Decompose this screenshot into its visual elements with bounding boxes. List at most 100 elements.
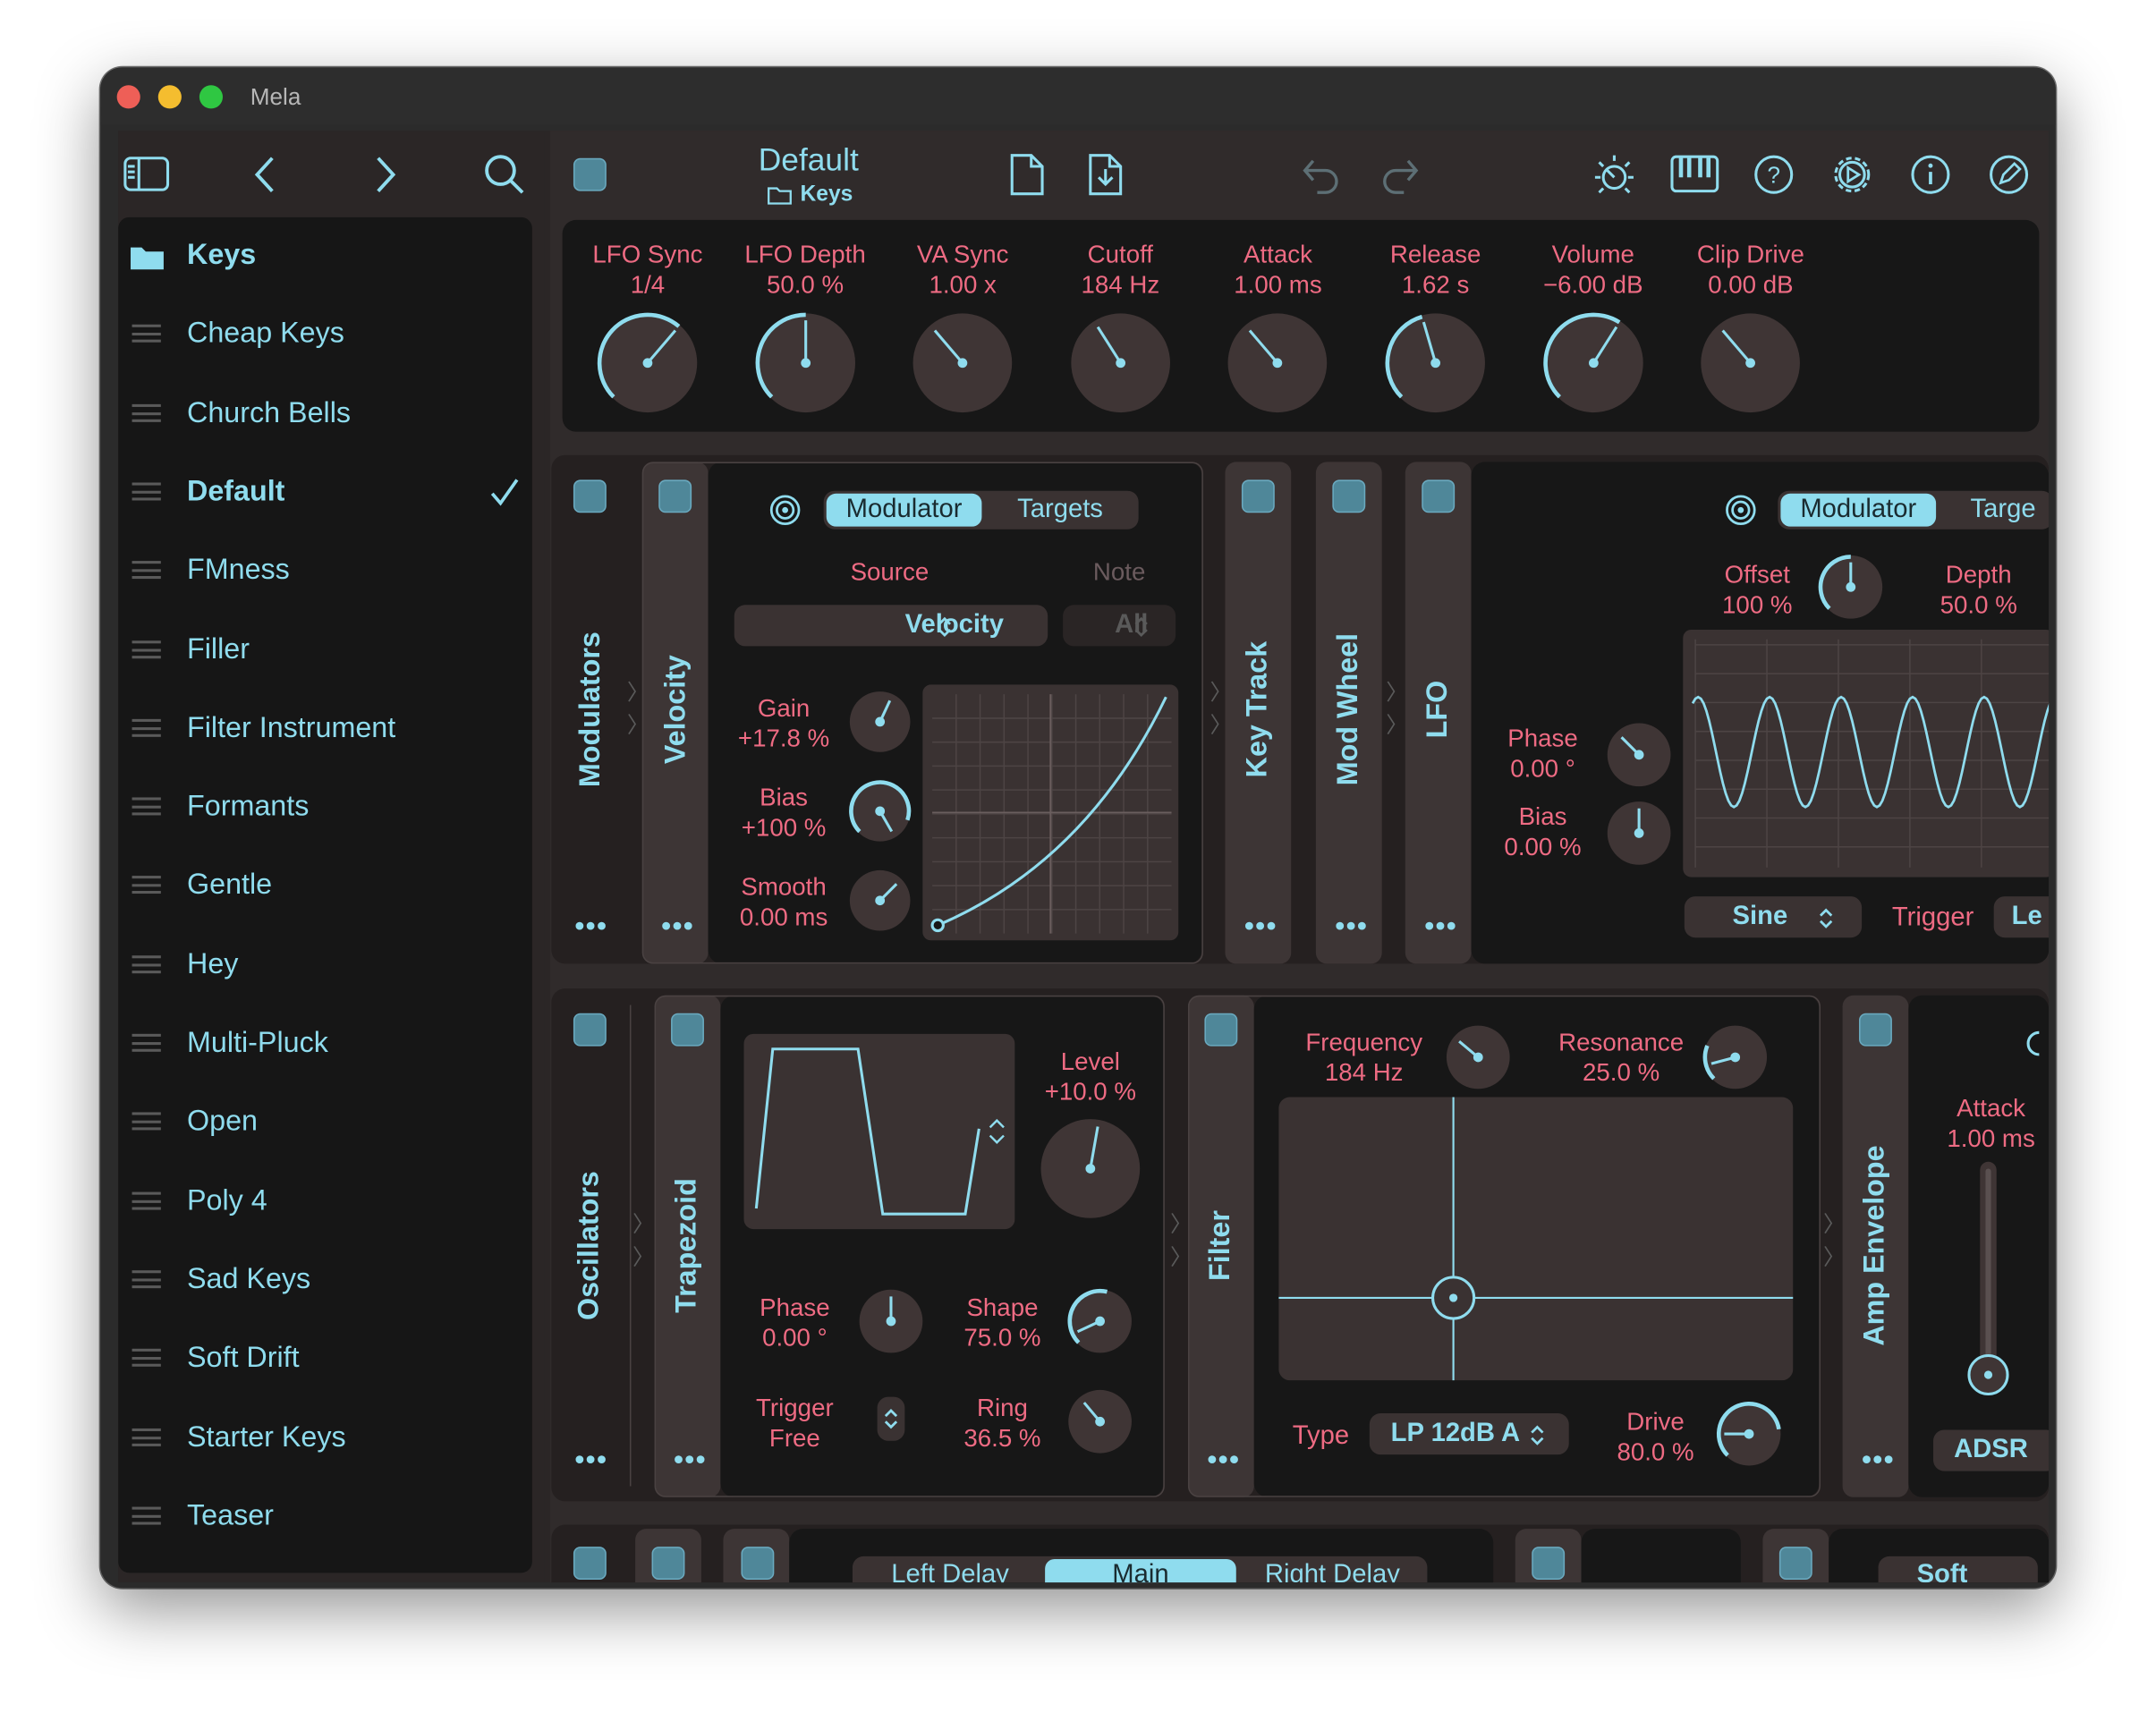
save-document-icon[interactable] bbox=[1088, 153, 1124, 197]
oscillators-toggle[interactable] bbox=[573, 1013, 607, 1047]
drive-knob[interactable] bbox=[1716, 1401, 1782, 1467]
mod-wheel-more-button[interactable]: ••• bbox=[1335, 911, 1368, 943]
list-item-icon bbox=[132, 1033, 161, 1052]
sidebar-toggle-icon[interactable] bbox=[123, 156, 170, 194]
delay-tab-left[interactable]: Left Delay bbox=[858, 1560, 1042, 1582]
frequency-knob[interactable] bbox=[1445, 1024, 1511, 1090]
info-icon[interactable] bbox=[1908, 153, 1952, 197]
effect-toggle[interactable] bbox=[651, 1547, 685, 1581]
amp-envelope-panel bbox=[1908, 995, 2050, 1497]
trapezoid-title: Trapezoid bbox=[671, 1178, 703, 1313]
lfo-bias-knob[interactable] bbox=[1606, 801, 1672, 867]
settings-gear-icon[interactable] bbox=[1829, 151, 1875, 198]
modulators-title: Modulators bbox=[574, 632, 607, 788]
lfo-waveform-display[interactable] bbox=[1682, 628, 2050, 878]
preset-list-item[interactable]: Hey bbox=[118, 926, 532, 1005]
lfo-more-button[interactable]: ••• bbox=[1424, 911, 1457, 943]
attack-slider-thumb[interactable] bbox=[1966, 1352, 2010, 1396]
macro-knob[interactable] bbox=[1542, 312, 1644, 414]
lfo-toggle[interactable] bbox=[1422, 479, 1456, 513]
svg-text:?: ? bbox=[1767, 161, 1780, 188]
trapezoid-toggle[interactable] bbox=[671, 1013, 704, 1047]
key-track-toggle[interactable] bbox=[1241, 479, 1275, 513]
delay-toggle[interactable] bbox=[741, 1547, 775, 1581]
back-chevron-icon[interactable] bbox=[253, 156, 278, 197]
macro-knob[interactable] bbox=[1227, 312, 1329, 414]
velocity-toggle[interactable] bbox=[658, 479, 692, 513]
bias-knob[interactable] bbox=[848, 779, 912, 843]
effects-toggle[interactable] bbox=[573, 1547, 607, 1581]
effect2-toggle[interactable] bbox=[1532, 1547, 1566, 1581]
resonance-knob[interactable] bbox=[1702, 1024, 1769, 1090]
modulators-more-button[interactable]: ••• bbox=[574, 911, 607, 943]
delay-tab-right[interactable]: Right Delay bbox=[1240, 1560, 1424, 1582]
redo-icon[interactable] bbox=[1379, 156, 1421, 194]
lfo-phase-knob[interactable] bbox=[1606, 722, 1672, 788]
search-icon[interactable] bbox=[484, 154, 525, 195]
forward-chevron-icon[interactable] bbox=[374, 156, 399, 197]
preset-power-toggle[interactable] bbox=[573, 157, 607, 191]
velocity-tab-targets[interactable]: Targets bbox=[988, 495, 1133, 525]
target-icon[interactable] bbox=[768, 494, 802, 527]
preset-list-item[interactable]: Starter Keys bbox=[118, 1399, 532, 1478]
preset-list-item[interactable]: FMness bbox=[118, 532, 532, 611]
macro-knob[interactable] bbox=[912, 312, 1014, 414]
waveform-display[interactable] bbox=[743, 1032, 1017, 1230]
velocity-more-button[interactable]: ••• bbox=[661, 911, 694, 943]
preset-list-item[interactable]: Poly 4 bbox=[118, 1163, 532, 1242]
bias-value: +100 % bbox=[741, 813, 827, 842]
filter-toggle[interactable] bbox=[1204, 1013, 1238, 1047]
sidebar-folder-keys[interactable]: Keys bbox=[118, 217, 532, 296]
undo-icon[interactable] bbox=[1301, 156, 1342, 194]
preset-list-item[interactable]: Formants bbox=[118, 768, 532, 847]
offset-knob[interactable] bbox=[1818, 554, 1884, 620]
ring-knob[interactable] bbox=[1067, 1388, 1133, 1454]
preset-list-item[interactable]: Cheap Keys bbox=[118, 296, 532, 375]
preset-list-item[interactable]: Sad Keys bbox=[118, 1242, 532, 1320]
level-knob[interactable] bbox=[1040, 1118, 1142, 1220]
minimize-window-button[interactable] bbox=[157, 85, 182, 109]
maximize-window-button[interactable] bbox=[199, 85, 223, 109]
frequency-label: Frequency bbox=[1305, 1028, 1423, 1056]
source-label: Source bbox=[850, 558, 929, 586]
modulators-toggle[interactable] bbox=[573, 479, 607, 513]
macro-knob[interactable] bbox=[754, 312, 856, 414]
preset-list-item[interactable]: Gentle bbox=[118, 847, 532, 926]
preset-list-item[interactable]: Soft Drift bbox=[118, 1320, 532, 1399]
gain-knob[interactable] bbox=[848, 691, 912, 754]
velocity-curve-graph[interactable] bbox=[921, 683, 1183, 942]
macro-knob[interactable] bbox=[1069, 312, 1171, 414]
trapezoid-more-button[interactable]: ••• bbox=[674, 1445, 707, 1476]
oscillators-more-button[interactable]: ••• bbox=[574, 1445, 607, 1476]
help-icon[interactable]: ? bbox=[1752, 153, 1795, 197]
macro-knob[interactable] bbox=[597, 312, 699, 414]
key-track-more-button[interactable]: ••• bbox=[1244, 911, 1277, 943]
mod-wheel-toggle[interactable] bbox=[1332, 479, 1366, 513]
preset-list-item[interactable]: Filter Instrument bbox=[118, 690, 532, 768]
filter-xy-pad[interactable] bbox=[1277, 1096, 1795, 1382]
preset-list-item[interactable]: Teaser bbox=[118, 1478, 532, 1556]
shape-knob[interactable] bbox=[1067, 1288, 1133, 1354]
preset-list-item[interactable]: Filler bbox=[118, 611, 532, 690]
preset-list-item[interactable]: Multi-Pluck bbox=[118, 1005, 532, 1084]
filter-more-button[interactable]: ••• bbox=[1207, 1445, 1240, 1476]
osc-phase-knob[interactable] bbox=[858, 1288, 924, 1354]
effect3-toggle[interactable] bbox=[1778, 1547, 1812, 1581]
target-icon[interactable] bbox=[1724, 494, 1757, 527]
brightness-icon[interactable] bbox=[1591, 153, 1637, 199]
amp-envelope-toggle[interactable] bbox=[1859, 1013, 1892, 1047]
lfo-tab-targets[interactable]: Targe bbox=[1971, 495, 2036, 525]
new-document-icon[interactable] bbox=[1009, 153, 1045, 197]
preset-list-item[interactable]: Open bbox=[118, 1084, 532, 1163]
close-window-button[interactable] bbox=[116, 85, 140, 109]
preset-list-item[interactable]: Default bbox=[118, 454, 532, 532]
edit-pencil-icon[interactable] bbox=[1987, 153, 2031, 197]
keyboard-icon[interactable] bbox=[1670, 155, 1719, 194]
amp-envelope-more-button[interactable]: ••• bbox=[1862, 1445, 1895, 1476]
preset-list-item[interactable]: Church Bells bbox=[118, 375, 532, 454]
macro-knob[interactable] bbox=[1385, 312, 1487, 414]
smooth-knob[interactable] bbox=[848, 869, 912, 932]
updown-chevron-icon bbox=[1820, 908, 1833, 928]
delay-tab-main-label: Main bbox=[1112, 1560, 1169, 1583]
macro-knob[interactable] bbox=[1700, 312, 1802, 414]
